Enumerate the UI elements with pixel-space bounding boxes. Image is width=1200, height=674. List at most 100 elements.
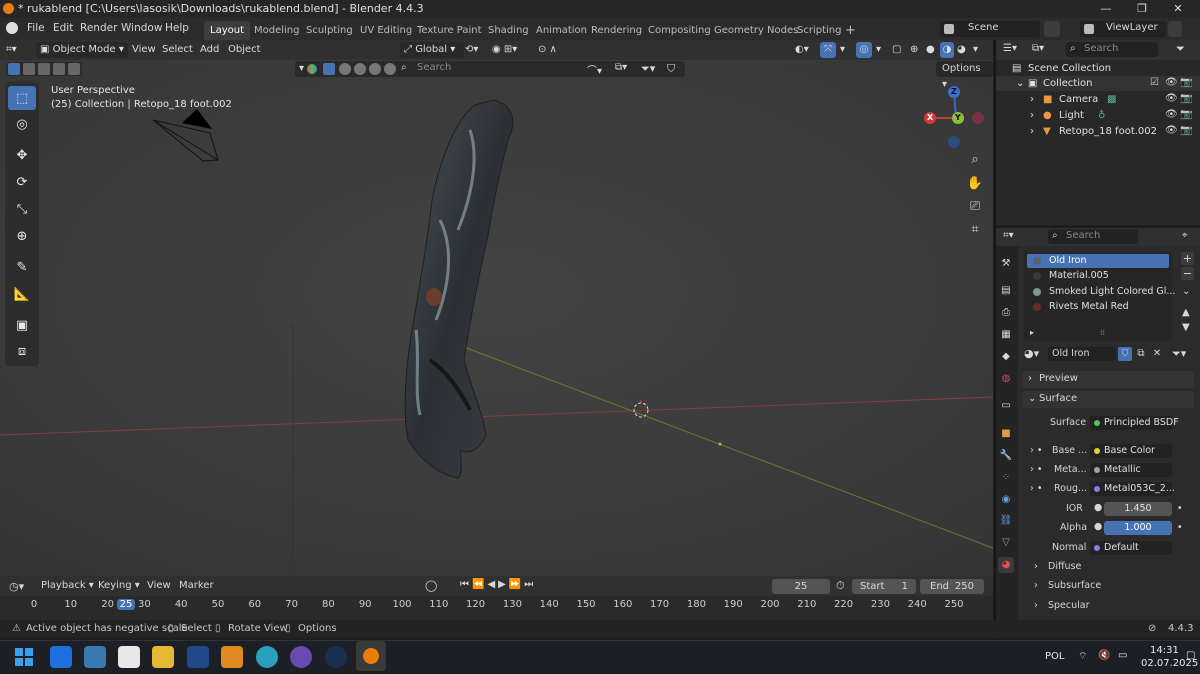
- options-button[interactable]: Options ▾: [936, 61, 993, 90]
- shading-rendered-icon[interactable]: ◕: [957, 42, 966, 58]
- outliner-search[interactable]: ⌕ Search: [1066, 42, 1158, 57]
- tab-rendering[interactable]: Rendering: [591, 21, 642, 40]
- alpha-field[interactable]: 1.000: [1104, 521, 1172, 535]
- visibility-icon[interactable]: ◐▾: [795, 42, 809, 58]
- material-slot-rivets[interactable]: Rivets Metal Red: [1027, 300, 1169, 314]
- specular-subpanel[interactable]: Specular: [1048, 600, 1090, 611]
- start-frame-field[interactable]: Start 1: [852, 579, 916, 594]
- tab-layout[interactable]: Layout: [204, 21, 250, 40]
- mode-dropdown[interactable]: ▣ Object Mode ▾: [36, 42, 128, 58]
- viewport-menu-view[interactable]: View: [132, 42, 156, 58]
- tab-shading[interactable]: Shading: [488, 21, 529, 40]
- proportional-edit-icon[interactable]: ⊙ ∧: [538, 42, 557, 58]
- game-icon[interactable]: [221, 646, 243, 668]
- edge-icon[interactable]: [256, 646, 278, 668]
- collection-exclude-checkbox[interactable]: ☑: [1150, 77, 1159, 88]
- slot-menu-icon[interactable]: ⌄: [1182, 286, 1190, 297]
- display-icon[interactable]: ⧉▾: [615, 62, 627, 73]
- material-name-field[interactable]: Old Iron: [1048, 347, 1116, 361]
- cursor-tool-icon[interactable]: ◎: [8, 112, 36, 136]
- collection-tab-icon[interactable]: ▭: [998, 398, 1014, 414]
- modifier-tab-icon[interactable]: 🔧: [998, 448, 1014, 464]
- roughness-field[interactable]: Metal053C_2...: [1090, 482, 1175, 496]
- world-tab-icon[interactable]: ◍: [998, 371, 1014, 387]
- shading-solid-icon[interactable]: ●: [926, 42, 935, 58]
- menu-render[interactable]: Render: [80, 22, 117, 34]
- annotate-tool-icon[interactable]: ✎: [8, 255, 36, 279]
- material-slot-material-005[interactable]: Material.005: [1027, 269, 1169, 283]
- metallic-field[interactable]: Metallic: [1090, 463, 1172, 477]
- light-visibility-icon[interactable]: 👁: [1165, 109, 1178, 120]
- minimize-button[interactable]: —: [1088, 0, 1124, 18]
- properties-editor-type-icon[interactable]: ⌗▾: [1003, 230, 1014, 241]
- retopo-render-icon[interactable]: 📷: [1180, 125, 1192, 136]
- fake-user-icon[interactable]: ⛉: [1118, 347, 1132, 361]
- blender-taskbar-icon[interactable]: [356, 641, 386, 671]
- select-intersect-icon[interactable]: [68, 63, 80, 75]
- tab-sculpting[interactable]: Sculpting: [306, 21, 353, 40]
- mesh-expand-icon[interactable]: ›: [1030, 124, 1034, 139]
- select-invert-icon[interactable]: [53, 63, 65, 75]
- viewport-menu-select[interactable]: Select: [162, 42, 193, 58]
- base-color-field[interactable]: Base Color: [1090, 444, 1172, 458]
- camera-view-icon[interactable]: ⎚: [965, 197, 985, 217]
- tab-geometry-nodes[interactable]: Geometry Nodes: [714, 21, 798, 40]
- current-frame-field[interactable]: 25: [772, 579, 830, 594]
- tab-uv-editing[interactable]: UV Editing: [360, 21, 412, 40]
- diffuse-expand-icon[interactable]: ›: [1034, 561, 1038, 572]
- new-view-layer-icon[interactable]: [1168, 21, 1182, 37]
- menu-file[interactable]: File: [27, 22, 45, 34]
- add-workspace-button[interactable]: +: [845, 21, 856, 40]
- remove-slot-icon[interactable]: −: [1181, 267, 1194, 280]
- light-render-icon[interactable]: 📷: [1180, 109, 1192, 120]
- material-link-icon[interactable]: ⏷▾: [1172, 347, 1186, 361]
- object-filter-icon[interactable]: [323, 63, 335, 75]
- menu-window[interactable]: Window: [121, 22, 162, 34]
- filter-dropdown-icon[interactable]: ▾: [299, 63, 304, 74]
- snap-icon[interactable]: ◉ ⊞▾: [492, 42, 517, 58]
- camera-visibility-icon[interactable]: 👁: [1165, 93, 1178, 104]
- color-filter-icon[interactable]: [307, 64, 317, 74]
- 3d-viewport[interactable]: User Perspective (25) Collection | Retop…: [0, 60, 993, 576]
- clock-time[interactable]: 14:31: [1150, 645, 1179, 656]
- view-layer-selector[interactable]: ViewLayer: [1080, 21, 1166, 37]
- end-frame-field[interactable]: End 250: [920, 579, 984, 594]
- move-slot-down-icon[interactable]: ▼: [1182, 322, 1190, 333]
- texture-filter-icon[interactable]: [369, 63, 381, 75]
- tab-animation[interactable]: Animation: [536, 21, 587, 40]
- diffuse-subpanel[interactable]: Diffuse: [1048, 561, 1081, 572]
- tab-scripting[interactable]: Scripting: [797, 21, 841, 40]
- blender-menu-icon[interactable]: [6, 22, 18, 34]
- unlink-material-icon[interactable]: ✕: [1150, 347, 1164, 361]
- surface-shader-field[interactable]: Principled BSDF: [1090, 416, 1179, 430]
- outliner-filter-icon[interactable]: ⏷: [1176, 42, 1185, 56]
- material-filter-icon[interactable]: [354, 63, 366, 75]
- keyboard-language[interactable]: POL: [1045, 651, 1064, 662]
- scene-tab-icon[interactable]: ◆: [998, 349, 1014, 365]
- overlay-dropdown-icon[interactable]: ▾: [876, 42, 881, 58]
- material-tab-icon[interactable]: ◕: [998, 557, 1014, 573]
- normal-field[interactable]: Default: [1090, 541, 1172, 555]
- collection-render-icon[interactable]: 📷: [1180, 77, 1192, 88]
- windows-start-icon[interactable]: [13, 646, 35, 668]
- menu-help[interactable]: Help: [165, 22, 189, 34]
- wifi-icon[interactable]: ⌔: [1078, 650, 1087, 663]
- select-subtract-icon[interactable]: [38, 63, 50, 75]
- viewport-search-input[interactable]: Search: [417, 62, 451, 73]
- maximize-button[interactable]: ❐: [1124, 0, 1160, 18]
- metallic-expand-icon[interactable]: › •: [1030, 464, 1042, 475]
- outliner-item-collection[interactable]: Collection: [1043, 76, 1092, 91]
- viewport-menu-object[interactable]: Object: [228, 42, 261, 58]
- sync-icon[interactable]: ⌒▾: [587, 62, 602, 77]
- outliner-item-light[interactable]: Light: [1059, 108, 1084, 123]
- editor-type-icon[interactable]: ⌗▾: [6, 42, 30, 58]
- camera-expand-icon[interactable]: ›: [1030, 92, 1034, 107]
- close-button[interactable]: ✕: [1160, 0, 1196, 18]
- stopwatch-icon[interactable]: ⏱: [836, 579, 845, 593]
- scene-selector[interactable]: Scene: [940, 21, 1040, 37]
- properties-pin-icon[interactable]: ⌖: [1182, 230, 1188, 241]
- shading-dropdown-icon[interactable]: ▾: [973, 42, 978, 58]
- measure-tool-icon[interactable]: 📐: [8, 282, 36, 306]
- surface-panel-header[interactable]: ⌄ Surface: [1022, 391, 1194, 408]
- material-slot-old-iron[interactable]: Old Iron: [1027, 254, 1169, 268]
